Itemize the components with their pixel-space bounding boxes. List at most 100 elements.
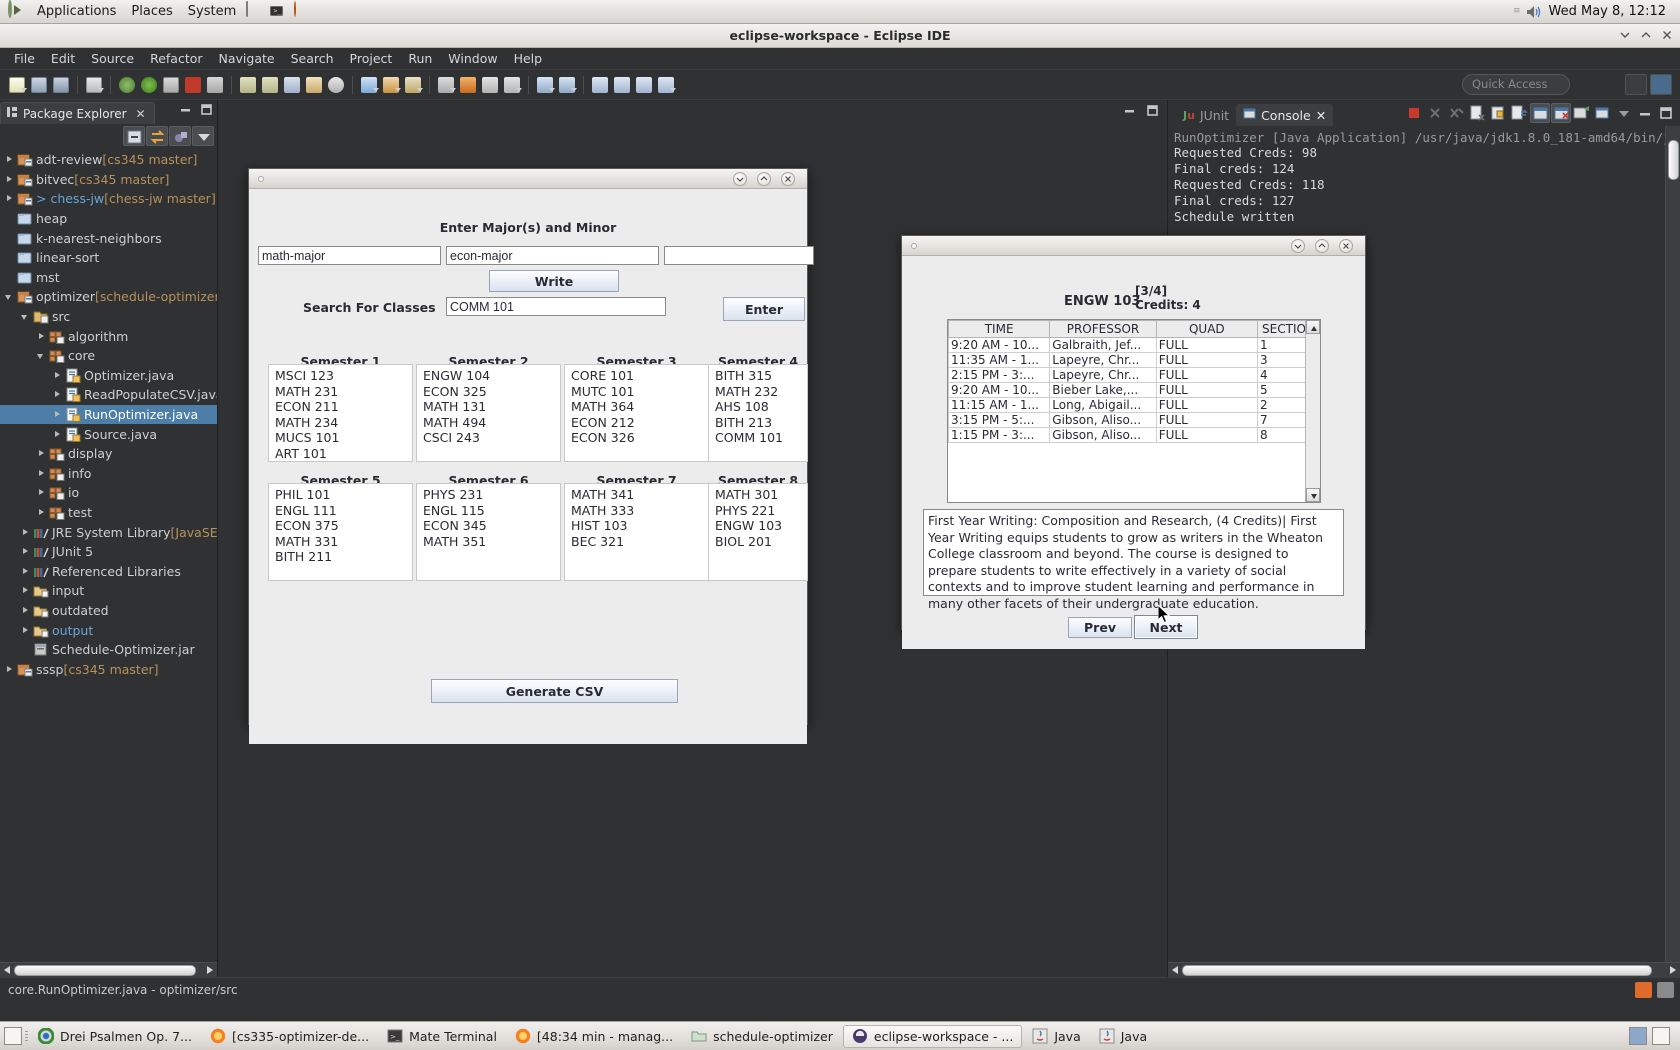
chevron-down-icon[interactable] xyxy=(4,291,15,302)
prev-annotation-icon[interactable] xyxy=(260,75,280,95)
console-hscrollbar[interactable] xyxy=(1168,962,1680,977)
window-menu-icon[interactable] xyxy=(258,176,264,182)
chevron-right-icon[interactable] xyxy=(36,448,47,459)
open-type-icon[interactable] xyxy=(304,75,324,95)
up-arrow-icon[interactable] xyxy=(634,75,654,95)
tree-item-source-java[interactable]: Source.java xyxy=(0,424,217,444)
table-row[interactable]: 3:15 PM - 5:... Gibson, Aliso... FULL 7 xyxy=(948,412,1320,428)
forward-arrow-icon[interactable] xyxy=(612,75,632,95)
maximize-icon[interactable] xyxy=(1315,239,1329,253)
close-icon[interactable]: ✕ xyxy=(136,107,146,121)
vscroll-thumb[interactable] xyxy=(1668,140,1679,180)
print-icon[interactable] xyxy=(84,75,104,95)
new-java-project-icon[interactable] xyxy=(359,75,379,95)
menu-applications[interactable]: Applications xyxy=(30,2,123,21)
semester-course-list[interactable]: ENGW 104 ECON 325 MATH 131 MATH 494 CSCI 243 xyxy=(416,364,561,462)
tree-item-output[interactable]: output xyxy=(0,620,217,640)
tab-package-explorer[interactable]: Package Explorer ✕ xyxy=(0,102,155,124)
menu-window[interactable]: Window xyxy=(440,49,505,68)
chevron-down-icon[interactable] xyxy=(20,311,31,322)
new-class-icon[interactable] xyxy=(403,75,423,95)
terminal-icon[interactable]: >_ xyxy=(270,2,290,22)
taskbar-item[interactable]: Drei Psalmen Op. 7... xyxy=(30,1026,200,1046)
sections-table-inner[interactable]: TIME PROFESSOR QUAD SECTION 9:20 AM - 10... G… xyxy=(948,320,1320,502)
tree-item-algorithm[interactable]: algorithm xyxy=(0,326,217,346)
menu-search[interactable]: Search xyxy=(283,49,342,68)
menu-run[interactable]: Run xyxy=(400,49,440,68)
column-header-quad[interactable]: QUAD xyxy=(1155,320,1258,338)
tab-junit[interactable]: Ju JUnit xyxy=(1176,104,1236,126)
tree-item-runoptimizer-java[interactable]: RunOptimizer.java xyxy=(0,404,217,425)
scroll-left-icon[interactable] xyxy=(4,966,10,974)
rss-icon[interactable] xyxy=(1635,981,1652,998)
close-icon[interactable] xyxy=(1660,28,1674,42)
semester-course-list[interactable]: MATH 301 PHYS 221 ENGW 103 BIOL 201 xyxy=(708,483,808,581)
tree-item-core[interactable]: core xyxy=(0,346,217,366)
collapse-all-icon[interactable] xyxy=(123,126,145,146)
menu-project[interactable]: Project xyxy=(342,49,401,68)
course-description[interactable]: First Year Writing: Composition and Rese… xyxy=(923,509,1344,611)
next-annotation-icon[interactable] xyxy=(238,75,258,95)
new-console-view-icon[interactable] xyxy=(1593,103,1613,123)
tree-item-sssp[interactable]: sssp [cs345 master] xyxy=(0,659,217,679)
minimize-icon[interactable] xyxy=(179,103,192,116)
quick-access-input[interactable]: Quick Access xyxy=(1462,74,1570,95)
chevron-right-icon[interactable] xyxy=(52,409,63,420)
tree-item-io[interactable]: io xyxy=(0,483,217,503)
debug-icon[interactable] xyxy=(117,75,137,95)
forward-nav-icon[interactable] xyxy=(557,75,577,95)
pin-icon[interactable] xyxy=(480,75,500,95)
table-row[interactable]: 9:20 AM - 10... Bieber Lake,... FULL 5 xyxy=(948,382,1320,398)
tree-item-mst[interactable]: mst xyxy=(0,268,217,288)
window-menu-icon[interactable] xyxy=(911,243,917,249)
chevron-right-icon[interactable] xyxy=(36,507,47,518)
minimize-icon[interactable] xyxy=(1618,28,1632,42)
workspace-switcher-1[interactable] xyxy=(1629,1027,1647,1045)
prev-button[interactable]: Prev xyxy=(1068,617,1132,638)
semester-course-list[interactable]: PHIL 101 ENGL 111 ECON 375 MATH 331 BITH 211 xyxy=(268,483,413,581)
chevron-right-icon[interactable] xyxy=(52,370,63,381)
link-with-editor-icon[interactable] xyxy=(146,126,168,146)
remove-launch-icon[interactable] xyxy=(1425,103,1445,123)
external-tools-icon[interactable] xyxy=(436,75,456,95)
dialog-titlebar[interactable] xyxy=(249,169,807,189)
sections-table[interactable]: TIME PROFESSOR QUAD SECTION 9:20 AM - 10... G… xyxy=(947,319,1321,503)
semester-course-list[interactable]: BITH 315 MATH 232 AHS 108 BITH 213 COMM 101 xyxy=(708,364,808,462)
back-nav-icon[interactable] xyxy=(535,75,555,95)
hscroll-thumb[interactable] xyxy=(1182,965,1652,976)
chevron-right-icon[interactable] xyxy=(20,605,31,616)
tree-item-optimizer[interactable]: optimizer [schedule-optimizer xyxy=(0,287,217,307)
open-console-icon[interactable] xyxy=(1572,103,1592,123)
scroll-up-button[interactable] xyxy=(1306,320,1320,334)
tree-item-adt-review[interactable]: adt-review [cs345 master] xyxy=(0,150,217,170)
menu-source[interactable]: Source xyxy=(83,49,142,68)
heap-status-icon[interactable] xyxy=(1657,981,1674,998)
minimize-icon[interactable] xyxy=(733,172,747,186)
tree-item-junit-5[interactable]: JUnit 5 xyxy=(0,542,217,562)
minimize-icon[interactable] xyxy=(1291,239,1305,253)
tree-item-referenced-libraries[interactable]: Referenced Libraries xyxy=(0,561,217,581)
speaker-icon[interactable] xyxy=(1525,3,1543,21)
tree-item-bitvec[interactable]: bitvec [cs345 master] xyxy=(0,170,217,190)
column-header-professor[interactable]: PROFESSOR xyxy=(1049,320,1157,338)
chevron-right-icon[interactable] xyxy=(20,585,31,596)
menu-edit[interactable]: Edit xyxy=(43,49,83,68)
search-icon[interactable] xyxy=(326,75,346,95)
maximize-icon[interactable] xyxy=(200,103,213,116)
taskbar-item[interactable]: Java xyxy=(1091,1026,1155,1046)
save-icon[interactable] xyxy=(29,75,49,95)
open-perspective-icon[interactable] xyxy=(1625,74,1647,95)
maximize-icon[interactable] xyxy=(1146,104,1159,117)
tree-item-readpopulatecsv-java[interactable]: ReadPopulateCSV.java xyxy=(0,385,217,405)
chevron-right-icon[interactable] xyxy=(20,546,31,557)
maximize-icon[interactable] xyxy=(757,172,771,186)
table-row[interactable]: 11:35 AM - 1... Lapeyre, Chr... FULL 3 xyxy=(948,352,1320,368)
console-dropdown-icon[interactable] xyxy=(1614,103,1634,123)
column-header-time[interactable]: TIME xyxy=(948,320,1051,338)
show-desktop-icon[interactable] xyxy=(4,1027,22,1045)
terminate-icon[interactable] xyxy=(1404,103,1424,123)
enter-button[interactable]: Enter xyxy=(723,297,805,321)
write-button[interactable]: Write xyxy=(489,270,619,292)
display-selected-console-icon[interactable] xyxy=(1551,103,1571,123)
menu-file[interactable]: File xyxy=(6,49,43,68)
